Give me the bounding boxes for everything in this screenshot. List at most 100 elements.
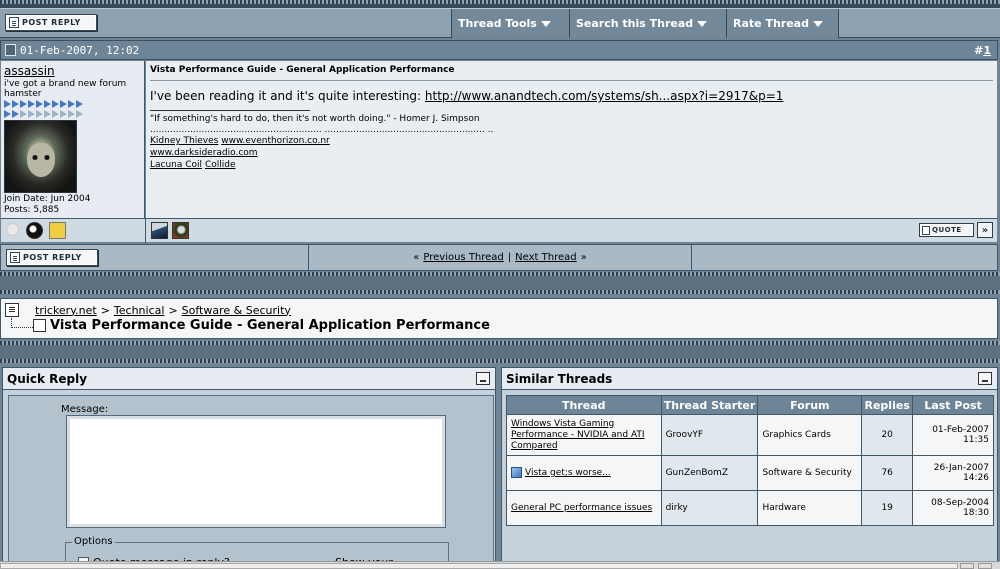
user-stats: Join Date: Jun 2004 Posts: 5,885 [4, 194, 141, 216]
similar-threads-panel: Similar Threads Thread Thread Starter Fo… [501, 367, 998, 567]
report-post-icon[interactable] [49, 222, 66, 239]
thread-replies: 19 [861, 490, 914, 526]
post-header: 01-Feb-2007, 12:02 #1 [0, 40, 998, 60]
rep-icon [68, 110, 75, 118]
rep-icon [4, 100, 11, 108]
signature-divider [150, 110, 310, 111]
post-icon [5, 44, 16, 56]
breadcrumb-path: trickery.net > Technical > Software & Se… [5, 303, 993, 317]
breadcrumb-home-link[interactable]: trickery.net [35, 304, 97, 317]
thread-tools-menu[interactable]: Thread Tools [451, 9, 569, 38]
thread-icon [33, 319, 46, 332]
thread-forum: Hardware [757, 490, 863, 526]
next-thread-link[interactable]: Next Thread [515, 252, 576, 263]
rep-icon [28, 100, 35, 108]
thread-icon [511, 467, 522, 478]
dropdown-arrow-icon [697, 20, 708, 27]
sig-dots: ........................................… [150, 125, 494, 135]
search-thread-menu[interactable]: Search this Thread [569, 9, 726, 38]
rep-icon [52, 100, 59, 108]
multi-quote-button[interactable]: » [977, 222, 993, 238]
col-thread[interactable]: Thread [506, 395, 662, 415]
post-message: I've been reading it and it's quite inte… [150, 89, 784, 103]
scrollbar-thumb[interactable] [0, 563, 958, 569]
thread-link[interactable]: Windows Vista Gaming Performance - NVIDI… [511, 419, 645, 451]
quick-reply-panel: Quick Reply Message: Options Quote messa… [2, 367, 496, 569]
similar-threads-table: Thread Thread Starter Forum Replies Last… [506, 395, 994, 526]
sig-link-lacuna-coil[interactable]: Lacuna Coil [150, 160, 202, 170]
last-post: 26-Jan-2007 14:26 [912, 455, 994, 491]
sig-link-collide[interactable]: Collide [205, 160, 236, 170]
quote-button[interactable]: QUOTE [919, 223, 974, 237]
col-starter[interactable]: Thread Starter [660, 395, 759, 415]
sig-link-kidney-thieves[interactable]: Kidney Thieves [150, 136, 218, 146]
col-last-post[interactable]: Last Post [912, 395, 994, 415]
rep-icon [76, 110, 83, 118]
separator-band [0, 276, 1000, 290]
nav-divider [691, 245, 692, 270]
thread-toolbar: POST REPLY Thread Tools Search this Thre… [0, 8, 1000, 38]
thread-link[interactable]: General PC performance issues [511, 503, 652, 513]
sig-link-eventhorizon[interactable]: www.eventhorizon.co.nr [221, 136, 330, 146]
quote-icon [922, 225, 930, 235]
left-arrow-icon: « [413, 252, 420, 263]
offline-status-icon [6, 223, 19, 236]
rate-thread-menu[interactable]: Rate Thread [726, 9, 839, 38]
rep-icon [12, 100, 19, 108]
thread-replies: 76 [861, 455, 914, 491]
rep-icon [36, 100, 43, 108]
dropdown-arrow-icon [540, 20, 551, 27]
message-label: Message: [61, 404, 109, 415]
sig-quote: "If something's hard to do, then it's no… [150, 114, 480, 124]
breadcrumb-current: Vista Performance Guide - General Applic… [5, 317, 993, 333]
options-legend: Options [72, 536, 115, 547]
post-reply-button-top[interactable]: POST REPLY [5, 14, 97, 31]
post-title: Vista Performance Guide - General Applic… [150, 65, 993, 81]
message-textarea[interactable] [66, 415, 446, 528]
scroll-right-arrow-icon[interactable] [978, 563, 992, 569]
horizontal-scrollbar[interactable] [0, 561, 1000, 569]
last-post: 08-Sep-2004 18:30 [912, 490, 994, 526]
yin-yang-icon[interactable] [26, 222, 43, 239]
thread-starter: GunZenBomZ [660, 455, 759, 491]
rep-icon [12, 110, 19, 118]
forum-icon [5, 303, 19, 317]
thumbnail-icon[interactable] [172, 222, 189, 239]
join-date: Join Date: Jun 2004 [4, 194, 91, 204]
previous-thread-link[interactable]: Previous Thread [423, 252, 503, 263]
thread-link[interactable]: Vista get;s worse... [525, 468, 611, 478]
signature: "If something's hard to do, then it's no… [150, 113, 993, 171]
username-link[interactable]: assassin [4, 64, 141, 78]
breadcrumb-forum-link[interactable]: Software & Security [182, 304, 291, 317]
separator-stripe [0, 290, 1000, 294]
collapse-icon[interactable] [978, 372, 992, 385]
thread-forum: Graphics Cards [757, 414, 863, 456]
post-reply-button-bottom[interactable]: POST REPLY [6, 249, 98, 266]
thread-starter: dirky [660, 490, 759, 526]
thread-nav-row: POST REPLY « Previous Thread | Next Thre… [0, 244, 998, 271]
scroll-left-arrow-icon[interactable] [960, 563, 974, 569]
rep-icon [60, 110, 67, 118]
windows-icon[interactable] [151, 222, 168, 239]
table-row: General PC performance issues dirky Hard… [506, 490, 994, 526]
rep-icon [44, 110, 51, 118]
sig-link-darksideradio[interactable]: www.darksideradio.com [150, 148, 258, 158]
right-arrow-icon: » [580, 252, 587, 263]
collapse-icon[interactable] [476, 372, 490, 385]
rep-icon [60, 100, 67, 108]
dropdown-arrow-icon [812, 20, 823, 27]
last-post: 01-Feb-2007 11:35 [912, 414, 994, 456]
post-number[interactable]: #1 [974, 44, 991, 57]
post-link[interactable]: http://www.anandtech.com/systems/sh...as… [425, 89, 784, 103]
avatar [4, 120, 77, 193]
breadcrumb-technical-link[interactable]: Technical [114, 304, 165, 317]
rep-icon [68, 100, 75, 108]
rep-icon [52, 110, 59, 118]
user-info-panel: assassin i've got a brand new forum hams… [1, 61, 145, 218]
rep-icon [36, 110, 43, 118]
table-header-row: Thread Thread Starter Forum Replies Last… [506, 395, 994, 415]
col-forum[interactable]: Forum [757, 395, 863, 415]
col-replies[interactable]: Replies [861, 395, 914, 415]
thread-replies: 20 [861, 414, 914, 456]
reputation-bar [4, 100, 141, 109]
